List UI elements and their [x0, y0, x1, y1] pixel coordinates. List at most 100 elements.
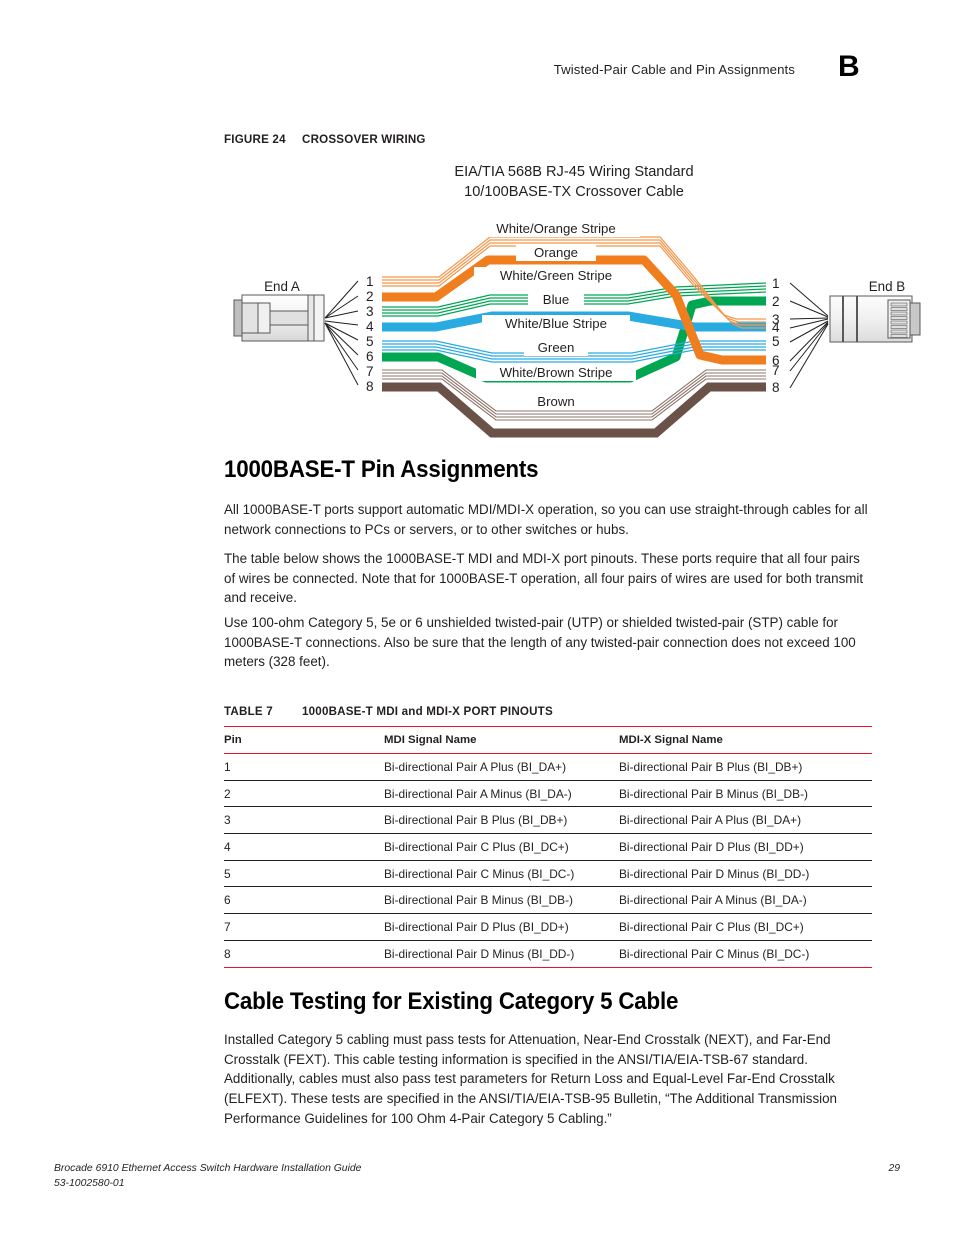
table-row: 8 Bi-directional Pair D Minus (BI_DD-) B…	[224, 940, 872, 967]
table-caption-text: 1000BASE-T MDI and MDI-X PORT PINOUTS	[302, 705, 553, 718]
pin-number-a-4: 4	[366, 319, 374, 334]
pin-number-a-1: 1	[366, 274, 374, 289]
cell-mdix: Bi-directional Pair A Minus (BI_DA-)	[619, 893, 807, 908]
svg-text:White/Blue Stripe: White/Blue Stripe	[505, 316, 607, 331]
svg-text:Blue: Blue	[543, 292, 569, 307]
pin-numbers-end-a: 1 2 3 4 5 6 7 8	[366, 274, 374, 394]
pin-number-a-2: 2	[366, 289, 374, 304]
page-heading-cable-testing: Cable Testing for Existing Category 5 Ca…	[224, 988, 679, 1015]
paragraph-cable-testing: Installed Category 5 cabling must pass t…	[224, 1032, 838, 1126]
wire-label-brown: Brown	[524, 393, 588, 410]
footer-doc-number: 53-1002580-01	[54, 1178, 125, 1190]
cell-pin: 7	[224, 919, 231, 934]
pin-number-a-8: 8	[366, 379, 374, 394]
cell-mdi: Bi-directional Pair B Plus (BI_DB+)	[384, 813, 568, 828]
svg-text:White/Orange Stripe: White/Orange Stripe	[496, 221, 615, 236]
wire-label-white-green-stripe: White/Green Stripe	[474, 267, 638, 284]
cell-mdi: Bi-directional Pair A Plus (BI_DA+)	[384, 759, 567, 774]
cell-mdix: Bi-directional Pair B Plus (BI_DB+)	[619, 759, 803, 774]
pin-number-b-5: 5	[772, 334, 780, 349]
cell-mdix: Bi-directional Pair D Plus (BI_DD+)	[619, 839, 804, 854]
wire-label-white-brown-stripe: White/Brown Stripe	[476, 364, 636, 381]
paragraph-auto-mdix: All 1000BASE-T ports support automatic M…	[224, 502, 868, 537]
cell-mdix: Bi-directional Pair C Plus (BI_DC+)	[619, 919, 804, 934]
cell-mdi: Bi-directional Pair C Plus (BI_DC+)	[384, 839, 569, 854]
cell-pin: 1	[224, 759, 231, 774]
table-caption: TABLE 7 1000BASE-T MDI and MDI-X PORT PIN…	[224, 705, 553, 718]
column-header-pin: Pin	[224, 734, 242, 746]
wire-label-green: Green	[524, 339, 588, 356]
column-header-mdi: MDI Signal Name	[384, 734, 477, 746]
table-row: 5 Bi-directional Pair C Minus (BI_DC-) B…	[224, 860, 872, 887]
cell-pin: 4	[224, 839, 231, 854]
table-label: TABLE 7	[224, 705, 273, 718]
figure-caption-text: CROSSOVER WIRING	[302, 133, 426, 146]
table-row: 7 Bi-directional Pair D Plus (BI_DD+) Bi…	[224, 914, 872, 941]
table-body: 1 Bi-directional Pair A Plus (BI_DA+) Bi…	[224, 754, 872, 967]
cell-pin: 6	[224, 893, 231, 908]
wire-label-white-orange-stripe: White/Orange Stripe	[472, 220, 640, 237]
fan-lines-end-a	[324, 280, 359, 386]
pin-number-b-8: 8	[772, 380, 780, 395]
pin-number-b-7: 7	[772, 363, 780, 378]
table-row: 1 Bi-directional Pair A Plus (BI_DA+) Bi…	[224, 754, 872, 781]
svg-text:White/Brown Stripe: White/Brown Stripe	[500, 365, 613, 380]
cell-pin: 5	[224, 866, 231, 881]
page-heading-pin-assignments: 1000BASE-T Pin Assignments	[224, 456, 539, 483]
figure-title-line2: 10/100BASE-TX Crossover Cable	[464, 183, 684, 200]
cell-pin: 2	[224, 786, 231, 801]
pin-number-a-7: 7	[366, 364, 374, 379]
cell-pin: 8	[224, 946, 231, 961]
page-footer: Brocade 6910 Ethernet Access Switch Hard…	[54, 1161, 900, 1191]
svg-text:Green: Green	[538, 340, 575, 355]
end-b-label: End B	[869, 279, 906, 294]
pin-number-a-3: 3	[366, 304, 374, 319]
fan-lines-end-b	[789, 282, 829, 389]
cell-mdi: Bi-directional Pair C Minus (BI_DC-)	[384, 866, 575, 881]
cell-mdi: Bi-directional Pair D Minus (BI_DD-)	[384, 946, 575, 961]
pin-numbers-end-b: 1 2 3 4 4 5 6 7 8	[772, 276, 780, 395]
svg-text:White/Green Stripe: White/Green Stripe	[500, 268, 612, 283]
cell-mdix: Bi-directional Pair A Plus (BI_DA+)	[619, 813, 802, 828]
table-row: 6 Bi-directional Pair B Minus (BI_DB-) B…	[224, 887, 872, 914]
running-header-title: Twisted-Pair Cable and Pin Assignments	[553, 62, 795, 77]
table-row: 3 Bi-directional Pair B Plus (BI_DB+) Bi…	[224, 807, 872, 834]
crossover-wiring-diagram: End A 1 2 3 4 5 6 7 8 White/Orange Strip…	[233, 220, 921, 438]
table-row: 2 Bi-directional Pair A Minus (BI_DA-) B…	[224, 780, 872, 807]
paragraph-table-intro: The table below shows the 1000BASE-T MDI…	[224, 551, 864, 606]
cell-mdi: Bi-directional Pair D Plus (BI_DD+)	[384, 919, 569, 934]
cell-mdix: Bi-directional Pair B Minus (BI_DB-)	[619, 786, 808, 801]
cell-pin: 3	[224, 813, 231, 828]
pin-number-b-1: 1	[772, 276, 780, 291]
wire-label-blue: Blue	[528, 291, 584, 308]
figure-title: EIA/TIA 568B RJ-45 Wiring Standard 10/10…	[224, 163, 924, 203]
connector-end-a: End A	[233, 279, 325, 342]
appendix-letter: B	[838, 50, 860, 83]
svg-text:Orange: Orange	[534, 245, 578, 260]
connector-end-b: End B	[829, 279, 921, 343]
cell-mdix: Bi-directional Pair C Minus (BI_DC-)	[619, 946, 810, 961]
table-header-row: Pin MDI Signal Name MDI-X Signal Name	[224, 726, 872, 754]
pinouts-table: Pin MDI Signal Name MDI-X Signal Name 1 …	[224, 726, 872, 968]
cell-mdi: Bi-directional Pair A Minus (BI_DA-)	[384, 786, 572, 801]
figure-title-line1: EIA/TIA 568B RJ-45 Wiring Standard	[454, 164, 694, 180]
table-head: Pin MDI Signal Name MDI-X Signal Name	[224, 726, 872, 754]
paragraph-cable-spec: Use 100-ohm Category 5, 5e or 6 unshield…	[224, 615, 856, 670]
wire-label-white-blue-stripe: White/Blue Stripe	[482, 315, 630, 332]
document-page: Twisted-Pair Cable and Pin Assignments B…	[0, 0, 954, 1235]
column-header-mdix: MDI-X Signal Name	[619, 734, 723, 746]
table-row: 4 Bi-directional Pair C Plus (BI_DC+) Bi…	[224, 834, 872, 861]
cell-mdi: Bi-directional Pair B Minus (BI_DB-)	[384, 893, 573, 908]
svg-text:Brown: Brown	[537, 394, 574, 409]
footer-page-number: 29	[888, 1163, 900, 1174]
pin-number-a-5: 5	[366, 334, 374, 349]
wire-label-orange: Orange	[516, 244, 596, 261]
end-a-label: End A	[264, 279, 300, 294]
figure-caption: FIGURE 24 CROSSOVER WIRING	[224, 133, 426, 146]
figure-label: FIGURE 24	[224, 133, 286, 146]
cell-mdix: Bi-directional Pair D Minus (BI_DD-)	[619, 866, 810, 881]
pin-number-b-2: 2	[772, 294, 780, 309]
pin-number-b-4b: 4	[772, 320, 780, 335]
crossover-wiring-figure: EIA/TIA 568B RJ-45 Wiring Standard 10/10…	[224, 160, 924, 445]
footer-guide-title: Brocade 6910 Ethernet Access Switch Hard…	[54, 1163, 362, 1174]
